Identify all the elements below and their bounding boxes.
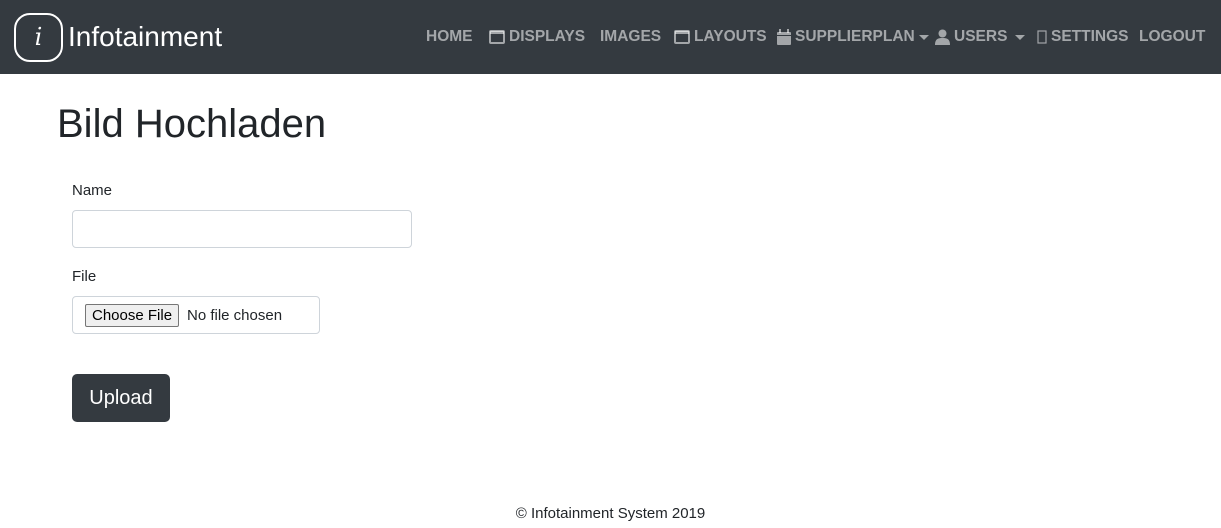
window-icon bbox=[489, 30, 505, 44]
nav-images[interactable]: IMAGES bbox=[600, 26, 661, 48]
nav-home-label: HOME bbox=[426, 28, 473, 45]
chevron-down-icon bbox=[1015, 34, 1026, 40]
calendar-icon bbox=[777, 29, 791, 45]
name-label: Name bbox=[72, 182, 113, 199]
info-logo-icon: i bbox=[14, 12, 63, 62]
file-input[interactable]: Choose File No file chosen bbox=[72, 296, 320, 334]
top-navbar: i Infotainment HOME DISPLAYS IMAGES LAYO… bbox=[0, 0, 1221, 74]
nav-layouts-label: LAYOUTS bbox=[694, 28, 767, 45]
nav-displays-label: DISPLAYS bbox=[509, 28, 586, 45]
user-icon bbox=[935, 29, 950, 45]
chevron-down-icon bbox=[918, 34, 929, 40]
nav-images-label: IMAGES bbox=[600, 28, 662, 45]
file-status-text: No file chosen bbox=[187, 307, 283, 324]
footer-copyright: © Infotainment System 2019 bbox=[515, 505, 706, 522]
nav-displays[interactable]: DISPLAYS bbox=[489, 26, 585, 48]
nav-users-dropdown[interactable]: USERS bbox=[935, 26, 1026, 48]
upload-button[interactable]: Upload bbox=[72, 374, 170, 422]
nav-settings[interactable]: SETTINGS bbox=[1037, 26, 1129, 48]
file-label: File bbox=[72, 268, 97, 285]
nav-supplierplan-dropdown[interactable]: SUPPLIERPLAN bbox=[777, 26, 929, 48]
nav-logout-label: LOGOUT bbox=[1139, 28, 1206, 45]
nav-supplierplan-label: SUPPLIERPLAN bbox=[795, 28, 915, 45]
name-input[interactable] bbox=[72, 210, 412, 248]
nav-settings-label: SETTINGS bbox=[1051, 28, 1129, 45]
brand-link[interactable]: i Infotainment bbox=[14, 12, 222, 62]
window-icon bbox=[674, 30, 690, 44]
nav-layouts[interactable]: LAYOUTS bbox=[674, 26, 767, 48]
missing-glyph-icon bbox=[1037, 30, 1047, 44]
page-title: Bild Hochladen bbox=[57, 102, 327, 146]
nav-logout[interactable]: LOGOUT bbox=[1139, 26, 1205, 48]
choose-file-button[interactable]: Choose File bbox=[85, 304, 180, 327]
nav-home[interactable]: HOME bbox=[426, 26, 473, 48]
nav-users-label: USERS bbox=[954, 28, 1008, 45]
brand-name: Infotainment bbox=[68, 21, 223, 52]
